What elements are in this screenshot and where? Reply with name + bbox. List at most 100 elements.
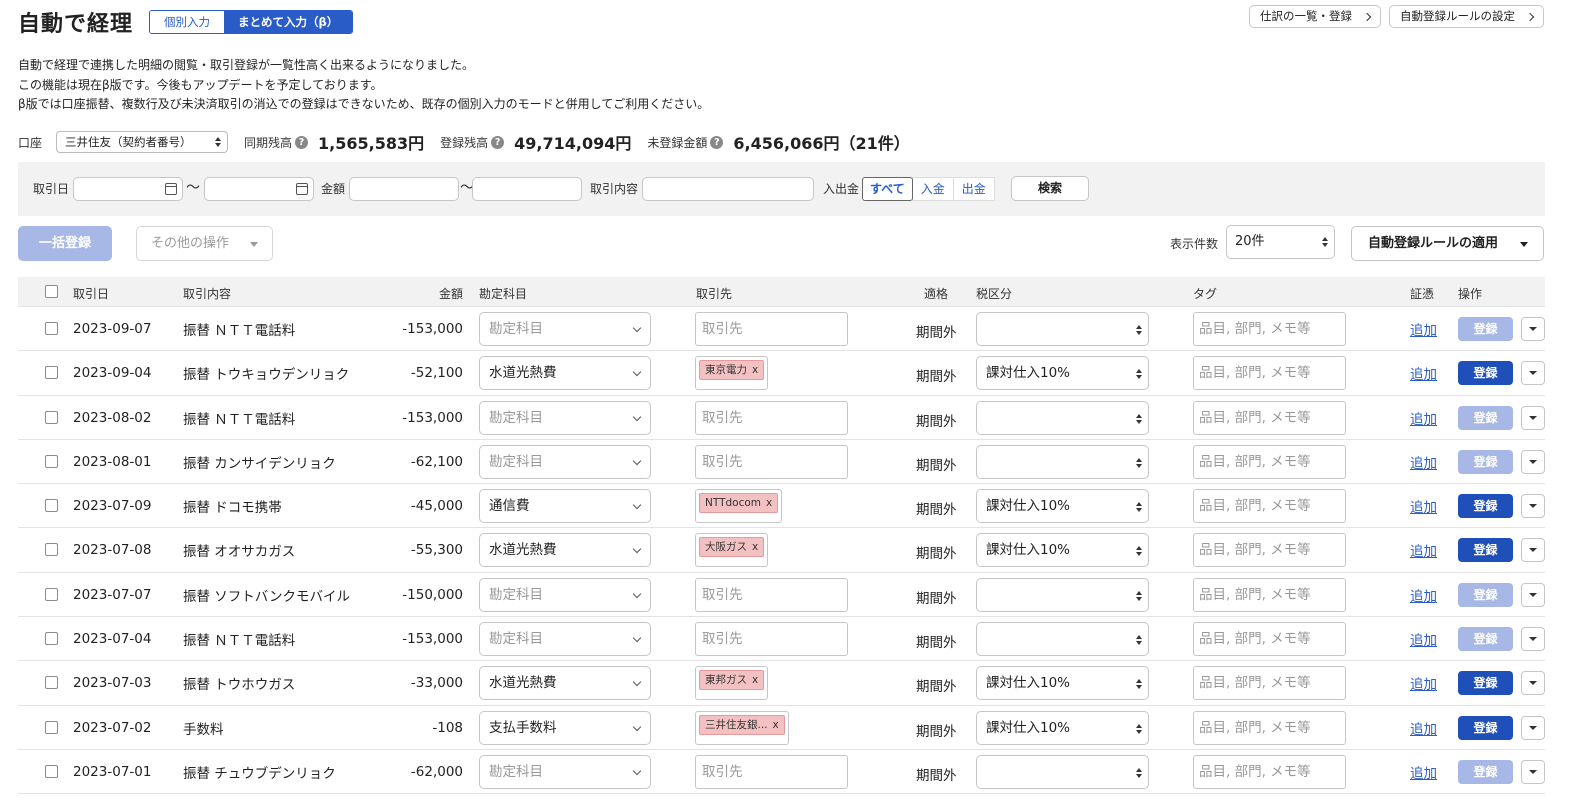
account-select[interactable]: 勘定科目: [479, 754, 651, 789]
tag-input[interactable]: 品目, 部門, メモ等: [1193, 710, 1346, 745]
partner-field[interactable]: 東邦ガス x: [695, 666, 769, 701]
partner-field[interactable]: 取引先: [695, 312, 848, 346]
register-button[interactable]: 登録: [1458, 715, 1513, 740]
tag-input[interactable]: 品目, 部門, メモ等: [1193, 444, 1346, 479]
help-icon[interactable]: ?: [295, 135, 309, 149]
tab-bulk-input[interactable]: まとめて入力（β）: [224, 11, 353, 33]
register-button[interactable]: 登録: [1458, 361, 1513, 386]
register-button[interactable]: 登録: [1458, 494, 1513, 519]
account-select[interactable]: 水道光熱費: [479, 356, 651, 391]
tag-input[interactable]: 品目, 部門, メモ等: [1193, 533, 1346, 568]
account-select[interactable]: 水道光熱費: [479, 666, 651, 701]
amount-to-input[interactable]: [472, 177, 582, 201]
journal-list-link[interactable]: 仕訳の一覧・登録: [1249, 5, 1381, 28]
add-evidence-link[interactable]: 追加: [1410, 718, 1437, 738]
register-button[interactable]: 登録: [1458, 671, 1513, 696]
date-from-input[interactable]: [73, 177, 183, 201]
tax-select[interactable]: [976, 577, 1149, 612]
tax-select[interactable]: 課対仕入10%: [976, 489, 1149, 524]
tax-select[interactable]: 課対仕入10%: [976, 356, 1149, 391]
register-button[interactable]: 登録: [1458, 627, 1513, 652]
tax-select[interactable]: [976, 312, 1149, 346]
account-select[interactable]: 勘定科目: [479, 444, 651, 479]
tag-input[interactable]: 品目, 部門, メモ等: [1193, 400, 1346, 435]
calendar-icon[interactable]: [296, 183, 308, 195]
tax-select[interactable]: [976, 400, 1149, 435]
account-select[interactable]: 勘定科目: [479, 400, 651, 435]
tag-input[interactable]: 品目, 部門, メモ等: [1193, 312, 1346, 346]
account-select[interactable]: 勘定科目: [479, 312, 651, 346]
inout-in-option[interactable]: 入金: [911, 177, 954, 201]
account-select[interactable]: 水道光熱費: [479, 533, 651, 568]
row-menu-button[interactable]: [1521, 405, 1545, 430]
tag-input[interactable]: 品目, 部門, メモ等: [1193, 622, 1346, 657]
register-button[interactable]: 登録: [1458, 449, 1513, 474]
row-checkbox[interactable]: [45, 366, 58, 380]
row-checkbox[interactable]: [45, 322, 58, 335]
calendar-icon[interactable]: [165, 183, 177, 195]
row-checkbox[interactable]: [45, 676, 58, 690]
search-button[interactable]: 検索: [1011, 176, 1089, 201]
row-menu-button[interactable]: [1521, 361, 1545, 386]
partner-field[interactable]: 取引先: [695, 444, 848, 479]
add-evidence-link[interactable]: 追加: [1410, 452, 1437, 472]
register-button[interactable]: 登録: [1458, 317, 1513, 341]
date-to-input[interactable]: [204, 177, 314, 201]
tag-input[interactable]: 品目, 部門, メモ等: [1193, 666, 1346, 701]
tag-input[interactable]: 品目, 部門, メモ等: [1193, 577, 1346, 612]
add-evidence-link[interactable]: 追加: [1410, 673, 1437, 693]
register-button[interactable]: 登録: [1458, 582, 1513, 607]
add-evidence-link[interactable]: 追加: [1410, 540, 1437, 560]
row-menu-button[interactable]: [1521, 671, 1545, 696]
remove-icon[interactable]: x: [766, 497, 772, 509]
partner-field[interactable]: 東京電力 x: [695, 356, 769, 391]
row-checkbox[interactable]: [45, 499, 58, 513]
tax-select[interactable]: [976, 622, 1149, 657]
account-select[interactable]: 勘定科目: [479, 622, 651, 657]
other-operations-button[interactable]: その他の操作: [136, 226, 273, 261]
tab-single-input[interactable]: 個別入力: [150, 11, 225, 33]
add-evidence-link[interactable]: 追加: [1410, 585, 1437, 605]
help-icon[interactable]: ?: [491, 135, 505, 149]
auto-rule-settings-link[interactable]: 自動登録ルールの設定: [1389, 5, 1544, 28]
account-select[interactable]: 勘定科目: [479, 577, 651, 612]
row-menu-button[interactable]: [1521, 759, 1545, 784]
inout-out-option[interactable]: 出金: [952, 177, 995, 201]
select-all-checkbox[interactable]: [45, 285, 58, 298]
row-checkbox[interactable]: [45, 587, 58, 601]
row-menu-button[interactable]: [1521, 449, 1545, 474]
partner-field[interactable]: 取引先: [695, 622, 848, 657]
row-menu-button[interactable]: [1521, 582, 1545, 607]
inout-all-option[interactable]: すべて: [862, 177, 913, 201]
help-icon[interactable]: ?: [710, 135, 724, 149]
remove-icon[interactable]: x: [752, 674, 758, 686]
register-button[interactable]: 登録: [1458, 759, 1513, 784]
row-checkbox[interactable]: [45, 764, 58, 778]
tag-input[interactable]: 品目, 部門, メモ等: [1193, 356, 1346, 391]
tax-select[interactable]: 課対仕入10%: [976, 533, 1149, 568]
account-select[interactable]: 三井住友（契約者番号）: [56, 131, 229, 153]
amount-from-input[interactable]: [349, 177, 459, 201]
row-menu-button[interactable]: [1521, 627, 1545, 652]
partner-field[interactable]: 三井住友銀... x: [695, 710, 789, 745]
partner-field[interactable]: NTTdocom x: [695, 489, 783, 524]
tag-input[interactable]: 品目, 部門, メモ等: [1193, 754, 1346, 789]
row-checkbox[interactable]: [45, 410, 58, 424]
add-evidence-link[interactable]: 追加: [1410, 408, 1437, 428]
partner-field[interactable]: 取引先: [695, 577, 848, 612]
per-page-select[interactable]: 20件: [1226, 225, 1335, 259]
row-checkbox[interactable]: [45, 720, 58, 734]
register-button[interactable]: 登録: [1458, 405, 1513, 430]
bulk-register-button[interactable]: 一括登録: [18, 226, 112, 261]
add-evidence-link[interactable]: 追加: [1410, 496, 1437, 516]
apply-auto-rules-button[interactable]: 自動登録ルールの適用: [1351, 226, 1544, 261]
add-evidence-link[interactable]: 追加: [1410, 319, 1437, 339]
partner-field[interactable]: 取引先: [695, 400, 848, 435]
row-menu-button[interactable]: [1521, 715, 1545, 740]
remove-icon[interactable]: x: [752, 541, 758, 553]
remove-icon[interactable]: x: [752, 364, 758, 376]
tax-select[interactable]: 課対仕入10%: [976, 710, 1149, 745]
remove-icon[interactable]: x: [773, 719, 779, 731]
add-evidence-link[interactable]: 追加: [1410, 762, 1437, 782]
row-checkbox[interactable]: [45, 543, 58, 557]
